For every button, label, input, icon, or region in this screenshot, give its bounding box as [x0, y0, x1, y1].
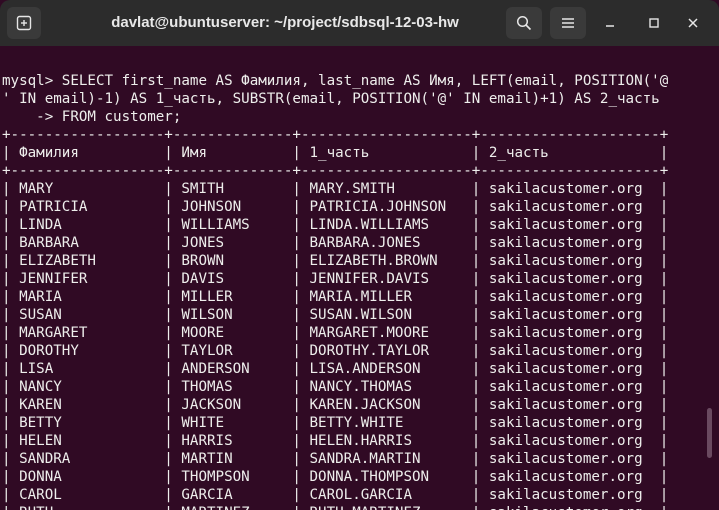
- window-title: davlat@ubuntuserver: ~/project/sdbsql-12…: [111, 14, 459, 31]
- table-row: | KAREN | JACKSON | KAREN.JACKSON | saki…: [2, 397, 669, 413]
- table-header-row: | Фамилия | Имя | 1_часть | 2_часть |: [2, 145, 669, 161]
- table-row: | BARBARA | JONES | BARBARA.JONES | saki…: [2, 235, 669, 251]
- table-border: +------------------+--------------+-----…: [2, 127, 669, 143]
- table-row: | RUTH | MARTINEZ | RUTH.MARTINEZ | saki…: [2, 504, 668, 510]
- table-row: | PATRICIA | JOHNSON | PATRICIA.JOHNSON …: [2, 199, 669, 215]
- table-row: | MARY | SMITH | MARY.SMITH | sakilacust…: [2, 181, 669, 197]
- new-tab-button[interactable]: [7, 7, 41, 39]
- sql-command-line: ' IN email)-1) AS 1_часть, SUBSTR(email,…: [2, 91, 660, 107]
- close-button[interactable]: [682, 12, 704, 34]
- table-border: +------------------+--------------+-----…: [2, 163, 669, 179]
- table-row: | DONNA | THOMPSON | DONNA.THOMPSON | sa…: [2, 469, 669, 485]
- new-tab-icon: [16, 15, 32, 31]
- table-row: | ELIZABETH | BROWN | ELIZABETH.BROWN | …: [2, 253, 669, 269]
- maximize-icon: [649, 18, 659, 28]
- table-row: | JENNIFER | DAVIS | JENNIFER.DAVIS | sa…: [2, 271, 669, 287]
- terminal-output[interactable]: mysql> SELECT first_name AS Фамилия, las…: [0, 46, 719, 510]
- sql-command-line: mysql> SELECT first_name AS Фамилия, las…: [2, 73, 669, 89]
- minimize-icon: [606, 25, 614, 27]
- table-row: | SANDRA | MARTIN | SANDRA.MARTIN | saki…: [2, 451, 669, 467]
- sql-command-line: -> FROM customer;: [2, 109, 182, 125]
- search-button[interactable]: [506, 7, 542, 39]
- table-row: | MARGARET | MOORE | MARGARET.MOORE | sa…: [2, 325, 669, 341]
- maximize-button[interactable]: [643, 12, 665, 34]
- menu-button[interactable]: [550, 7, 586, 39]
- table-row: | SUSAN | WILSON | SUSAN.WILSON | sakila…: [2, 307, 669, 323]
- hamburger-menu-icon: [562, 18, 574, 28]
- window-titlebar: davlat@ubuntuserver: ~/project/sdbsql-12…: [0, 0, 719, 46]
- table-row: | HELEN | HARRIS | HELEN.HARRIS | sakila…: [2, 433, 669, 449]
- close-icon: [688, 18, 698, 28]
- table-row: | LISA | ANDERSON | LISA.ANDERSON | saki…: [2, 361, 669, 377]
- table-row: | BETTY | WHITE | BETTY.WHITE | sakilacu…: [2, 415, 669, 431]
- scrollbar[interactable]: [707, 408, 712, 458]
- table-row: | CAROL | GARCIA | CAROL.GARCIA | sakila…: [2, 487, 669, 503]
- search-icon: [516, 15, 532, 31]
- table-row: | MARIA | MILLER | MARIA.MILLER | sakila…: [2, 289, 669, 305]
- minimize-button[interactable]: [599, 12, 621, 34]
- table-row: | LINDA | WILLIAMS | LINDA.WILLIAMS | sa…: [2, 217, 669, 233]
- table-row: | NANCY | THOMAS | NANCY.THOMAS | sakila…: [2, 379, 669, 395]
- table-row: | DOROTHY | TAYLOR | DOROTHY.TAYLOR | sa…: [2, 343, 669, 359]
